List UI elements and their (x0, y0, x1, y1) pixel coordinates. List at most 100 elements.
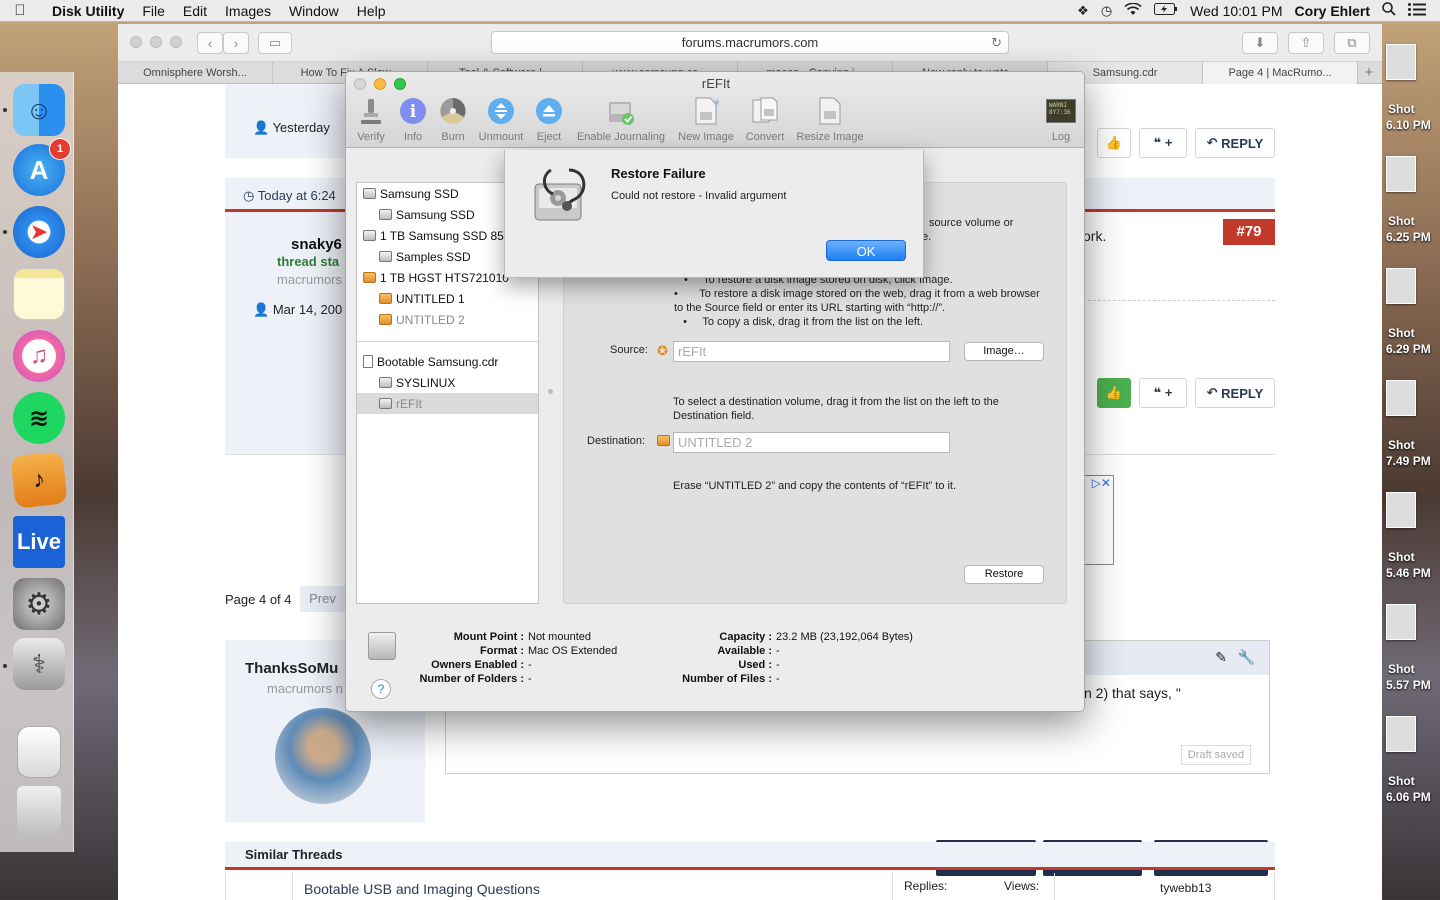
dropbox-icon[interactable]: ❖ (1077, 3, 1089, 19)
new-image-tool[interactable]: + New Image (676, 96, 736, 143)
eraser-icon[interactable]: ✎ (1215, 649, 1227, 666)
ok-button[interactable]: OK (826, 240, 906, 261)
wifi-icon[interactable] (1124, 2, 1142, 19)
desktop-screenshot-file[interactable]: Shot 6.29 PM (1382, 264, 1440, 374)
finder-icon[interactable]: ☺ (13, 84, 65, 136)
menu-clock[interactable]: Wed 10:01 PM (1190, 3, 1282, 19)
volume-item[interactable]: Bootable Samsung.cdr (357, 351, 538, 372)
new-tab-icon[interactable]: + (1358, 62, 1380, 84)
volume-item-selected[interactable]: rEFIt (357, 393, 538, 414)
menu-images[interactable]: Images (216, 3, 280, 19)
tabs-overview-icon[interactable]: ⧉ (1334, 32, 1370, 54)
info-value: Mac OS Extended (528, 645, 618, 657)
menu-file[interactable]: File (133, 3, 174, 19)
screenshot-thumbnail (1386, 492, 1416, 528)
prev-page-button[interactable]: Prev (300, 586, 345, 612)
time-machine-icon[interactable]: ◷ (1101, 3, 1112, 19)
draft-status: Draft saved (1180, 745, 1251, 765)
convert-tool[interactable]: Convert (735, 96, 795, 143)
tool-label: Resize Image (796, 131, 864, 143)
menu-user[interactable]: Cory Ehlert (1295, 3, 1370, 19)
reply-button[interactable]: ↶ REPLY (1195, 128, 1275, 158)
itunes-icon[interactable]: ♫ (13, 330, 65, 382)
menu-help[interactable]: Help (348, 3, 395, 19)
file-label: Shot (1388, 438, 1415, 452)
desktop-screenshot-file[interactable]: Shot 5.57 PM (1382, 600, 1440, 710)
live-label: Live (16, 529, 62, 554)
thread-row[interactable]: Bootable USB and Imaging Questions Repli… (225, 873, 1275, 900)
desktop-screenshot-file[interactable]: Shot 5.46 PM (1382, 488, 1440, 598)
username[interactable]: ThanksSoMu (245, 660, 338, 677)
username[interactable]: snaky6 (291, 236, 342, 253)
info-key: Owners Enabled : (431, 659, 524, 671)
last-poster[interactable]: tywebb13 (1160, 881, 1211, 895)
close-button[interactable] (130, 36, 142, 48)
app-store-icon[interactable]: A1 (13, 138, 71, 196)
address-bar[interactable]: forums.macrumors.com ↻ (491, 31, 1009, 54)
advertisement[interactable]: ▷✕ (1085, 475, 1114, 565)
desktop-screenshot-file[interactable]: Shot 7.49 PM (1382, 376, 1440, 486)
instruction-text: To restore a disk image stored on the we… (674, 288, 1040, 314)
quote-button[interactable]: ❝ + (1139, 128, 1187, 158)
apple-menu-icon[interactable]:  (0, 2, 40, 19)
log-tool[interactable]: WARNI 8Y7:36 Log (1031, 96, 1084, 143)
volume-item[interactable]: UNTITLED 2 (357, 309, 538, 330)
tab[interactable]: Omnisphere Worsh... (118, 62, 273, 84)
drive-icon (368, 632, 396, 660)
like-button[interactable]: 👍 (1097, 128, 1131, 158)
destination-field[interactable]: UNTITLED 2 (673, 432, 950, 453)
restore-button[interactable]: Restore (964, 565, 1044, 584)
splitter-handle[interactable] (548, 389, 553, 394)
battery-icon[interactable] (1154, 3, 1178, 18)
quote-button[interactable]: ❝ + (1139, 378, 1187, 408)
spotlight-search-icon[interactable] (1382, 2, 1396, 19)
convert-icon (750, 96, 780, 126)
thread-title-link[interactable]: Bootable USB and Imaging Questions (304, 881, 540, 897)
menu-edit[interactable]: Edit (174, 3, 216, 19)
disk-utility-toolbar: rEFIt Verify i Info Burn Unmount Eject En… (346, 72, 1084, 148)
disk-utility-icon[interactable]: ⚕ (13, 638, 65, 690)
volume-label: Samsung SSD (380, 186, 459, 201)
eject-icon (534, 96, 564, 126)
info-value: - (528, 659, 532, 671)
ad-close-icon[interactable]: ▷✕ (1092, 476, 1111, 490)
editor-text: n 2) that says, " (1084, 685, 1181, 701)
menu-app-name[interactable]: Disk Utility (40, 3, 133, 19)
forward-icon[interactable]: › (223, 32, 249, 54)
minimize-button[interactable] (150, 36, 162, 48)
file-label: 7.49 PM (1386, 454, 1431, 468)
garageband-icon[interactable]: ♪ (10, 451, 68, 509)
system-preferences-icon[interactable]: ⚙ (13, 578, 65, 630)
help-icon[interactable]: ? (371, 679, 391, 699)
resize-image-tool[interactable]: Resize Image (796, 96, 864, 143)
safari-icon[interactable]: ➤ (13, 206, 65, 258)
spotify-icon[interactable]: ≋ (13, 392, 65, 444)
source-field[interactable]: rEFIt (673, 341, 950, 362)
enable-journaling-tool[interactable]: Enable Journaling (577, 96, 665, 143)
trash-icon[interactable] (17, 786, 61, 838)
desktop-screenshot-file[interactable]: Shot 6.06 PM (1382, 712, 1440, 822)
tab-active[interactable]: Page 4 | MacRumo... (1203, 62, 1358, 84)
notes-icon[interactable] (13, 268, 65, 320)
back-icon[interactable]: ‹ (197, 32, 223, 54)
wrench-icon[interactable]: 🔧 (1238, 649, 1255, 666)
eject-tool[interactable]: Eject (519, 96, 579, 143)
like-button[interactable]: 👍 (1097, 378, 1131, 408)
document-icon[interactable] (17, 726, 61, 778)
volume-item[interactable]: SYSLINUX (357, 372, 538, 393)
image-button[interactable]: Image… (964, 342, 1044, 361)
downloads-icon[interactable]: ⬇ (1242, 32, 1278, 54)
volume-item[interactable]: UNTITLED 1 (357, 288, 538, 309)
desktop-screenshot-file[interactable]: Shot 6.10 PM (1382, 40, 1440, 150)
reply-button[interactable]: ↶ REPLY (1195, 378, 1275, 408)
reload-icon[interactable]: ↻ (991, 32, 1002, 53)
desktop-screenshot-file[interactable]: Shot 6.25 PM (1382, 152, 1440, 262)
post-number[interactable]: #79 (1223, 219, 1275, 245)
share-icon[interactable]: ⇧ (1288, 32, 1324, 54)
notification-center-icon[interactable] (1408, 2, 1426, 19)
source-label: Source: (610, 344, 648, 356)
menu-window[interactable]: Window (280, 3, 348, 19)
sidebar-icon[interactable]: ▭ (258, 32, 292, 54)
zoom-button[interactable] (170, 36, 182, 48)
ableton-live-icon[interactable]: Live (13, 516, 65, 568)
